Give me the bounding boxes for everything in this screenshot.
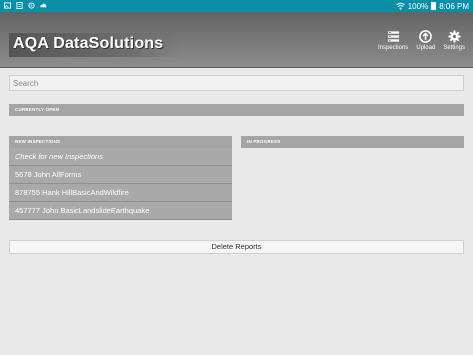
settings-label: Settings — [443, 45, 465, 51]
toolbar-actions: Inspections Upload Settings — [378, 30, 465, 51]
upload-button[interactable]: Upload — [416, 30, 435, 51]
battery-percent: 100% — [407, 1, 429, 11]
inspections-button[interactable]: Inspections — [378, 30, 408, 51]
gear-icon — [448, 30, 461, 43]
new-inspections-label: NEW INSPECTIONS — [15, 139, 61, 144]
battery-icon — [431, 2, 437, 10]
check-new-inspections-button[interactable]: Check for new Inspections — [9, 148, 232, 166]
list-item[interactable]: 878755 Hank HillBasicAndWildfire — [9, 184, 232, 202]
wifi-icon — [395, 2, 405, 10]
inspections-icon — [387, 31, 399, 42]
search-input[interactable] — [9, 75, 464, 91]
currently-open-label: CURRENTLY OPEN — [15, 107, 60, 112]
new-inspections-header: NEW INSPECTIONS — [9, 136, 232, 148]
cloud-notification-icon — [40, 3, 47, 8]
in-progress-header: IN PROGRESS — [241, 136, 464, 148]
system-status: 100% 8:06 PM — [395, 0, 469, 12]
currently-open-header: CURRENTLY OPEN — [9, 104, 464, 116]
in-progress-label: IN PROGRESS — [247, 139, 281, 144]
new-inspections-list: Check for new Inspections 5678 John AllF… — [9, 148, 232, 220]
inspections-label: Inspections — [377, 45, 409, 51]
upload-label: Upload — [416, 45, 436, 51]
image-notification-icon — [4, 2, 11, 9]
list-item[interactable]: 457777 John BasicLandslideEarthquake — [9, 202, 232, 220]
list-item[interactable]: 5678 John AllForms — [9, 166, 232, 184]
notification-icons — [4, 2, 47, 9]
app-bar: AQA DataSolutions Inspections Upload Set… — [0, 12, 473, 68]
clock: 8:06 PM — [439, 1, 469, 11]
app-logo: AQA DataSolutions — [9, 33, 181, 57]
settings-notification-icon — [28, 2, 35, 9]
document-notification-icon — [16, 2, 23, 9]
delete-reports-button[interactable]: Delete Reports — [9, 240, 464, 254]
settings-button[interactable]: Settings — [443, 30, 465, 51]
app-title: AQA DataSolutions — [13, 35, 164, 52]
status-bar: 100% 8:06 PM — [0, 0, 473, 12]
upload-icon — [419, 30, 433, 43]
